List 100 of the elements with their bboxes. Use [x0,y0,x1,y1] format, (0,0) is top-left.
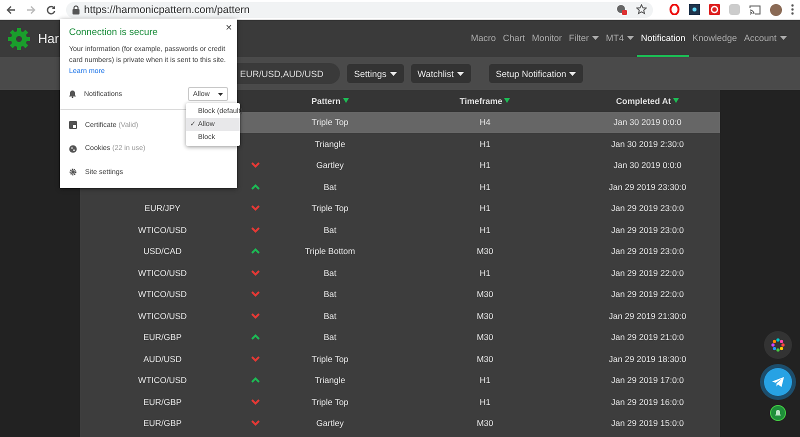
nav-link[interactable]: Monitor [528,20,566,57]
pattern-cell: Gartley [316,418,344,428]
brand-name: Har [38,31,59,46]
completed-cell: Jan 29 2019 21:30:0 [608,310,686,321]
symbol-cell: EUR/GBP [143,332,182,342]
settings-icon [69,168,77,176]
close-button[interactable]: × [226,23,232,34]
nav-link[interactable]: Filter [565,20,602,57]
extension-icon[interactable] [689,4,700,15]
extension-icon[interactable] [669,4,680,15]
timeframe-cell: H1 [480,224,490,235]
lock-icon[interactable] [72,4,80,14]
completed-cell: Jan 29 2019 22:0:0 [611,268,684,278]
pattern-cell: Triangle [314,375,346,386]
nav-link[interactable]: Chart [499,20,528,57]
pattern-cell: Triangle [314,138,346,149]
colorful-dots-icon [771,338,785,352]
completed-cell: Jan 30 2019 0:0:0 [613,160,682,170]
pattern-cell: Bat [324,332,336,342]
timeframe-cell: H1 [480,375,490,386]
pattern-cell: Bat [324,224,336,235]
completed-cell: Jan 29 2019 23:0:0 [611,224,684,235]
timeframe-cell: H1 [480,203,490,214]
timeframe-cell: M30 [476,354,494,364]
column-header[interactable]: Pattern [265,96,395,106]
completed-cell: Jan 29 2019 23:0:0 [611,203,684,214]
completed-cell: Jan 29 2019 15:0:0 [611,418,684,428]
sort-icon[interactable] [504,98,510,104]
sort-icon[interactable] [672,98,679,104]
pattern-cell: Bat [324,182,336,192]
timeframe-cell: H1 [480,160,490,170]
pattern-cell: Triple Top [312,203,348,214]
bell-icon [69,90,76,98]
caret-icon [390,72,397,76]
nav-link[interactable]: Macro [467,20,500,57]
pattern-cell: Triple Top [312,354,348,364]
symbol-cell: EUR/GBP [143,396,182,407]
symbol-cell: WTICO/USD [138,310,187,321]
timeframe-cell: M30 [476,332,494,342]
completed-cell: Jan 29 2019 21:0:0 [611,332,684,342]
column-header[interactable]: Timeframe [395,96,575,106]
completed-cell: Jan 29 2019 16:0:0 [611,396,684,407]
pattern-cell: Triple Top [312,117,348,128]
dropdown-button[interactable]: Watchlist [410,64,471,83]
avatar-icon[interactable] [770,4,782,16]
completed-cell: Jan 30 2019 2:30:0 [611,138,684,149]
caret-icon [569,72,576,76]
timeframe-cell: H1 [480,138,490,149]
cookie-icon [69,144,77,153]
caret-icon [218,92,223,96]
dropdown-button[interactable]: Settings [347,64,404,83]
timeframe-cell: M30 [476,310,494,321]
back-icon[interactable] [6,4,16,14]
caret-icon [456,72,464,76]
telegram-button[interactable] [764,368,792,396]
paper-plane-icon [772,377,784,387]
symbol-cell: EUR/JPY [144,203,180,214]
completed-cell: Jan 29 2019 22:0:0 [611,289,684,300]
completed-cell: Jan 29 2019 18:30:0 [608,354,686,364]
reload-icon[interactable] [46,4,56,14]
pattern-cell: Triple Top [312,396,348,407]
gear-logo-icon [8,28,30,50]
pattern-cell: Bat [324,289,336,300]
pattern-cell: Bat [324,310,336,321]
column-header[interactable]: Completed At [575,96,720,106]
nav-link[interactable]: Knowledge [688,20,740,57]
dropdown-button[interactable]: Setup Notification [488,64,584,83]
timeframe-cell: H1 [480,182,490,192]
symbol-cell: USD/CAD [143,246,182,256]
nav-link[interactable]: MT4 [602,20,638,57]
bell-icon [774,409,782,417]
certificate-icon [69,121,77,130]
pattern-cell: Bat [324,268,336,278]
menu-icon[interactable] [791,4,794,15]
timeframe-cell: H4 [480,117,490,128]
symbol-cell: WTICO/USD [138,224,187,235]
symbol-cell: WTICO/USD [138,268,187,278]
timeframe-cell: H1 [480,396,490,407]
address-bar[interactable]: https://harmonicpattern.com/pattern [66,2,653,18]
completed-cell: Jan 29 2019 23:30:0 [608,182,686,192]
apps-button[interactable] [764,331,792,359]
nav-link[interactable]: Account [740,20,790,57]
timeframe-cell: M30 [476,418,494,428]
cast-icon[interactable] [749,4,761,14]
timeframe-cell: M30 [476,289,494,300]
completed-cell: Jan 30 2019 0:0:0 [613,117,682,128]
pattern-cell: Triple Bottom [304,246,356,256]
popup-title: Connection is secure [69,27,159,38]
notification-bell-button[interactable] [770,405,786,421]
url-text: https://harmonicpattern.com/pattern [84,4,250,16]
cookie-blocked-icon[interactable] [616,4,627,15]
symbol-cell: WTICO/USD [138,289,187,300]
completed-cell: Jan 29 2019 23:0:0 [611,246,684,256]
pattern-cell: Gartley [316,160,344,170]
timeframe-cell: H1 [480,268,490,278]
symbol-cell: WTICO/USD [138,375,187,386]
completed-cell: Jan 29 2019 17:0:0 [611,375,684,386]
symbol-cell: EUR/GBP [143,418,182,428]
sort-icon[interactable] [342,98,349,104]
star-icon[interactable] [636,4,647,15]
